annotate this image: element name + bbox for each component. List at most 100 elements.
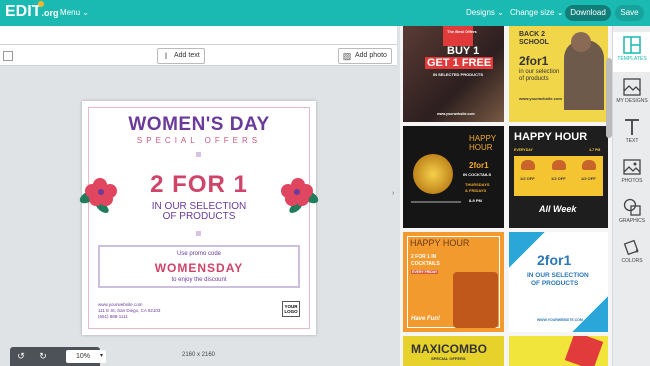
template-happyhour-orange[interactable]: HAPPY HOUR 2 FOR 1 IN COCKTAILS EVERY FR… <box>403 232 504 332</box>
designs-label: Designs <box>466 8 495 17</box>
sidebar-item-my-designs[interactable]: MY DESIGNS <box>613 76 650 112</box>
sidebar-item-text[interactable]: TEXT <box>613 116 650 152</box>
t1-big2: GET 1 FREE <box>425 57 494 69</box>
add-photo-label: Add photo <box>355 52 387 59</box>
t3-f: & FRIDAYS <box>465 188 487 193</box>
logo-dot <box>38 1 44 7</box>
menu-dropdown[interactable]: Menu ⌄ <box>60 8 89 17</box>
template-happyhour-cocktails[interactable]: HAPPY HOUR 2for1 IN COCKTAILS THURSDAYS … <box>403 126 504 228</box>
t4-c: 4-7 PM <box>589 148 601 152</box>
right-sidebar: TEMPLATES MY DESIGNS TEXT PHOTOS GRAPHIC… <box>612 26 650 366</box>
t4-d: All Week <box>539 204 577 214</box>
promo-code: WOMENSDAY <box>154 261 244 275</box>
decor-square <box>196 231 201 236</box>
logo-suffix: .org <box>41 8 59 18</box>
t6-url: WWW.YOURWEBSITE.COM <box>537 318 583 322</box>
sidebar-label: MY DESIGNS <box>616 98 648 104</box>
promo-label: Use promo code <box>176 251 222 257</box>
address-block[interactable]: www.yourwebsite.com 111 E St, San Diego,… <box>98 302 160 320</box>
canvas-dimensions: 2160 x 2160 <box>181 352 216 358</box>
t4-b: EVERYDAY <box>514 148 533 152</box>
editor-header-strip <box>0 26 397 44</box>
sidebar-label: GRAPHICS <box>618 218 646 224</box>
logo-line2: LOGO <box>284 309 298 314</box>
t3-g: 8-9 PM <box>469 198 482 203</box>
sidebar-item-templates[interactable]: TEMPLATES <box>613 32 650 72</box>
t3-d: IN COCKTAILS <box>463 172 492 177</box>
t5-c: COCKTAILS <box>411 261 440 267</box>
editor-toolbar: I Add text ▨ Add photo <box>0 44 397 66</box>
t4-p2: 1/2 OFF <box>551 176 566 181</box>
sidebar-label: PHOTOS <box>621 178 643 184</box>
t6-b: IN OUR SELECTION <box>527 272 589 279</box>
photos-icon <box>623 159 641 175</box>
design-line2[interactable]: OF PRODUCTS <box>82 212 316 222</box>
t5-d: EVERY FRIDAY <box>411 270 439 274</box>
template-happyhour-food[interactable]: HAPPY HOUR EVERYDAY 4-7 PM 1/2 OFF 1/2 O… <box>509 126 608 228</box>
t3-c: 2for1 <box>469 161 489 170</box>
change-size-dropdown[interactable]: Change size ⌄ <box>510 8 563 17</box>
add-text-label: Add text <box>174 52 200 59</box>
design-canvas[interactable]: WOMEN'S DAY SPECIAL OFFERS 2 FOR 1 IN OU… <box>79 101 319 335</box>
t5-b: 2 FOR 1 IN <box>411 254 437 260</box>
t7-a: MAXICOMBO <box>411 342 487 356</box>
t3-e: THURSDAYS <box>465 182 490 187</box>
templates-icon <box>623 36 641 54</box>
edit-org-logo[interactable]: EDIT.org <box>5 1 59 21</box>
t3-a: HAPPY <box>469 134 497 143</box>
select-all-checkbox[interactable] <box>3 51 13 61</box>
add-text-button[interactable]: I Add text <box>157 48 205 64</box>
designs-dropdown[interactable]: Designs ⌄ <box>466 8 504 17</box>
chevron-down-icon: ⌄ <box>82 8 89 17</box>
template-maxicombo[interactable]: MAXICOMBO SPECIAL OFFERS <box>403 336 504 366</box>
t3-b: HOUR <box>469 143 493 152</box>
sidebar-label: COLORS <box>621 258 643 264</box>
download-button[interactable]: Download <box>565 5 611 21</box>
t2-d: in our selection <box>519 69 560 75</box>
sidebar-item-graphics[interactable]: GRAPHICS <box>613 196 650 232</box>
t2-c: 2for1 <box>519 54 549 68</box>
design-headline[interactable]: 2 FOR 1 <box>82 171 316 199</box>
enjoy-text[interactable]: to enjoy the discount <box>82 277 316 283</box>
t2-a: BACK 2 <box>519 31 546 38</box>
t4-a: HAPPY HOUR <box>514 131 588 143</box>
top-bar: EDIT.org Menu ⌄ Designs ⌄ Change size ⌄ … <box>0 0 650 26</box>
decor-square <box>196 152 201 157</box>
sidebar-label: TEMPLATES <box>617 56 647 62</box>
t6-a: 2for1 <box>537 252 572 268</box>
chevron-right-icon[interactable]: › <box>392 190 394 197</box>
paint-bucket-icon <box>623 239 639 256</box>
chevron-down-icon: ⌄ <box>556 8 564 17</box>
template-gallery: The Best Offers BUY 1 GET 1 FREE IN SELE… <box>400 26 614 366</box>
t2-b: SCHOOL <box>519 39 549 46</box>
template-buy1get1[interactable]: The Best Offers BUY 1 GET 1 FREE IN SELE… <box>403 26 504 122</box>
sidebar-label: TEXT <box>625 138 639 144</box>
t6-c: OF PRODUCTS <box>531 280 579 287</box>
phone-text: (651) 888-1111 <box>98 314 128 319</box>
save-button[interactable]: Save <box>615 5 644 21</box>
text-cursor-icon: I <box>164 51 168 61</box>
change-size-label: Change size <box>510 8 555 17</box>
sidebar-item-photos[interactable]: PHOTOS <box>613 156 650 192</box>
t1-sub: IN SELECTED PRODUCTS <box>433 72 484 77</box>
t1-small: The Best Offers <box>447 29 477 34</box>
design-title[interactable]: WOMEN'S DAY <box>82 114 316 136</box>
t4-p3: 1/2 OFF <box>581 176 596 181</box>
add-photo-button[interactable]: ▨ Add photo <box>338 48 392 64</box>
t1-big1: BUY 1 <box>447 45 480 57</box>
chevron-down-icon: ⌄ <box>497 8 504 17</box>
t5-a: HAPPY HOUR <box>410 238 470 248</box>
template-back2school[interactable]: BACK 2 SCHOOL 2for1 in our selection of … <box>509 26 608 122</box>
t5-e: Have Fun! <box>411 316 441 322</box>
your-logo-placeholder[interactable]: YOUR LOGO <box>282 301 300 317</box>
t1-url: www.yourwebsite.com <box>437 112 475 116</box>
design-subtitle[interactable]: SPECIAL OFFERS <box>82 136 316 145</box>
image-icon: ▨ <box>342 51 352 61</box>
template-2for1-blue[interactable]: 2for1 IN OUR SELECTION OF PRODUCTS WWW.Y… <box>509 232 608 332</box>
t2-e: of products <box>519 76 549 82</box>
t2-url: www.yourwebsite.com <box>519 96 562 101</box>
template-yellow[interactable] <box>509 336 608 366</box>
t4-p1: 1/2 OFF <box>520 176 535 181</box>
sidebar-item-colors[interactable]: COLORS <box>613 236 650 272</box>
menu-label: Menu <box>60 8 81 17</box>
